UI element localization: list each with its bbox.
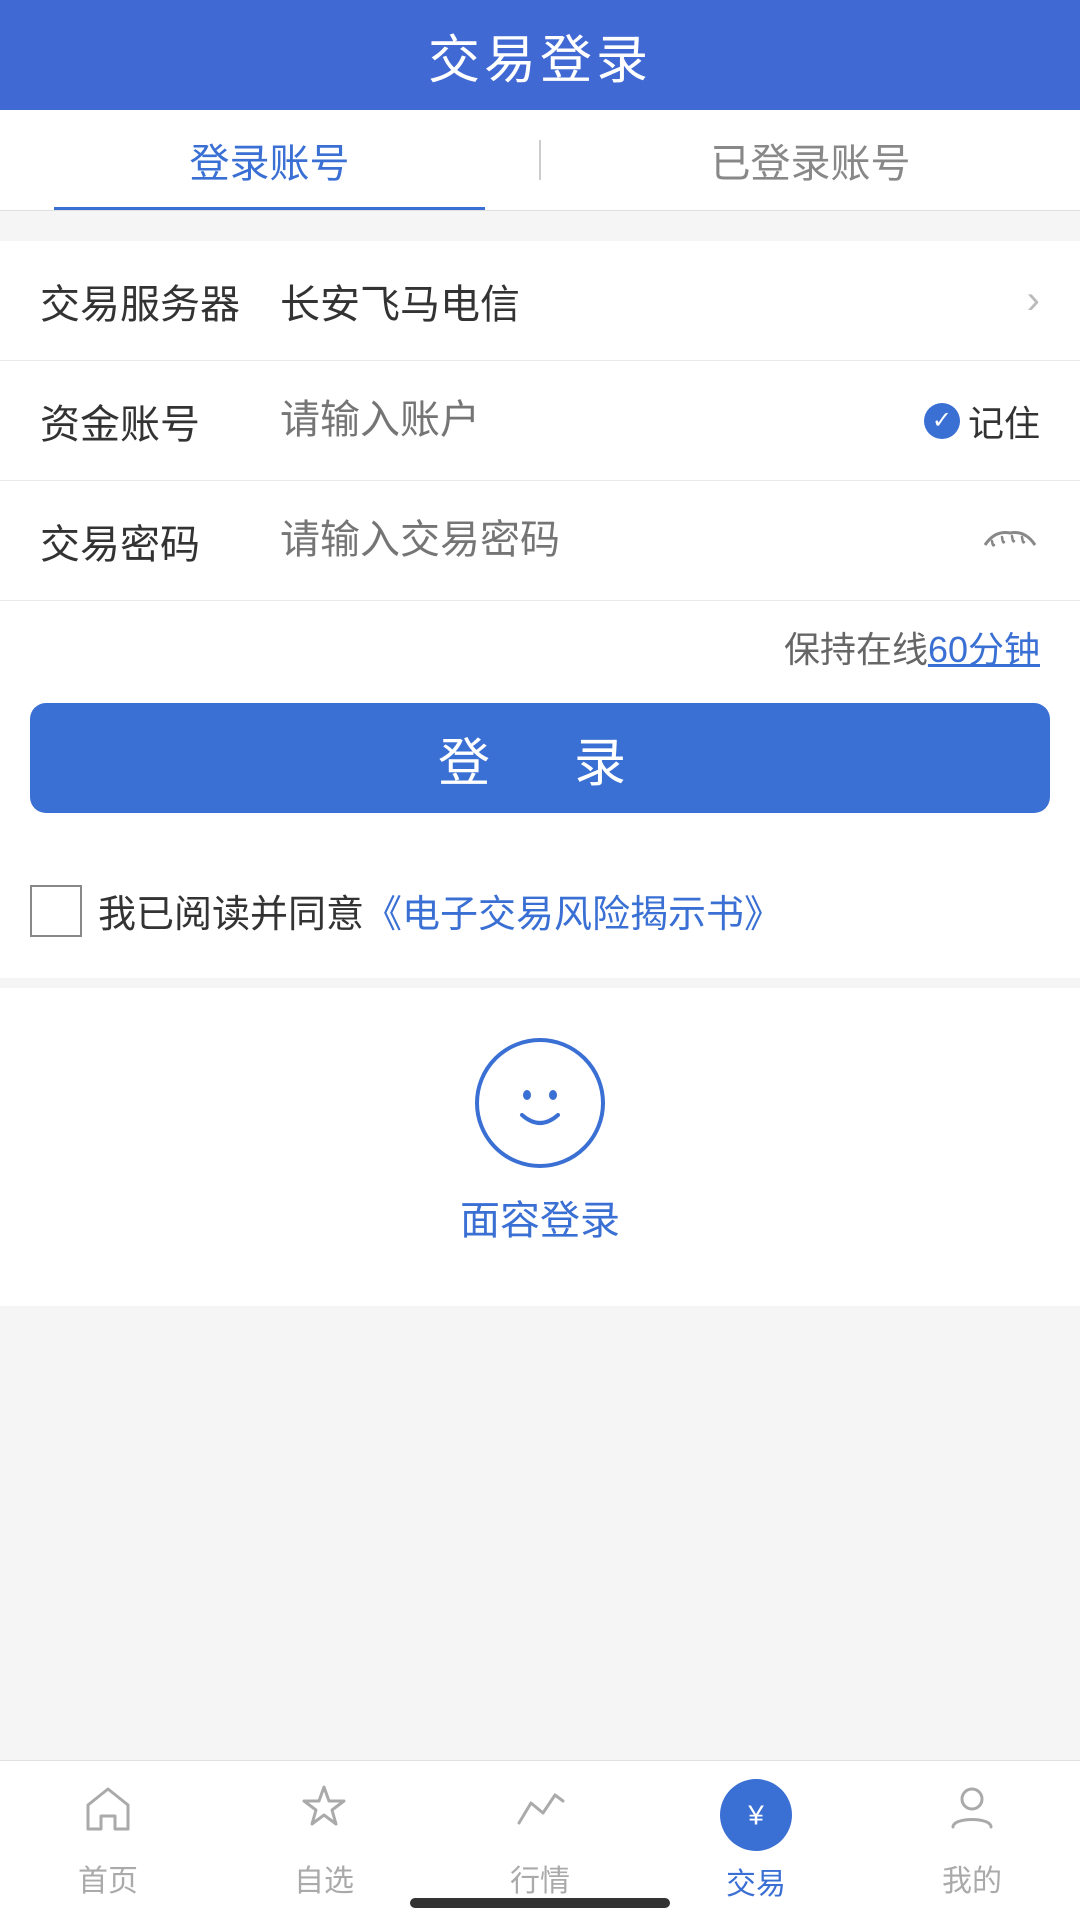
header: 交易登录	[0, 0, 1080, 110]
nav-label-home: 首页	[78, 1856, 138, 1900]
account-input[interactable]	[260, 398, 924, 443]
online-reminder: 保持在线60分钟	[0, 601, 1080, 703]
svg-text:¥: ¥	[747, 1799, 764, 1830]
server-row[interactable]: 交易服务器 长安飞马电信 ›	[0, 241, 1080, 361]
agreement-checkbox[interactable]	[30, 885, 82, 937]
password-toggle-icon[interactable]	[980, 516, 1040, 566]
server-label: 交易服务器	[40, 272, 260, 330]
bottom-navigation: 首页 自选 行情 ¥ 交易	[0, 1760, 1080, 1920]
password-row: 交易密码	[0, 481, 1080, 601]
nav-item-market[interactable]: 行情	[432, 1781, 648, 1900]
yen-icon: ¥	[720, 1779, 792, 1851]
chevron-right-icon: ›	[1027, 278, 1040, 323]
tab-navigation: 登录账号 已登录账号	[0, 110, 1080, 211]
nav-item-mine[interactable]: 我的	[864, 1781, 1080, 1900]
nav-item-favorites[interactable]: 自选	[216, 1781, 432, 1900]
password-label: 交易密码	[40, 512, 260, 570]
user-icon	[945, 1781, 999, 1848]
chart-icon	[513, 1781, 567, 1848]
face-login-icon	[475, 1038, 605, 1168]
agreement-area: 我已阅读并同意《电子交易风险揭示书》	[0, 853, 1080, 978]
remember-toggle[interactable]: ✓ 记住	[924, 395, 1040, 447]
nav-label-market: 行情	[510, 1856, 570, 1900]
face-login-label: 面容登录	[460, 1188, 620, 1246]
online-link[interactable]: 60分钟	[928, 621, 1040, 673]
bottom-indicator	[410, 1898, 670, 1908]
face-login-area[interactable]: 面容登录	[0, 988, 1080, 1306]
account-row: 资金账号 ✓ 记住	[0, 361, 1080, 481]
star-icon	[297, 1781, 351, 1848]
login-button[interactable]: 登 录	[30, 703, 1050, 813]
nav-item-trade[interactable]: ¥ 交易	[648, 1779, 864, 1903]
password-input[interactable]	[260, 518, 980, 563]
home-icon	[81, 1781, 135, 1848]
form-area: 交易服务器 长安飞马电信 › 资金账号 ✓ 记住 交易密码	[0, 241, 1080, 601]
agreement-link[interactable]: 《电子交易风险揭示书》	[364, 894, 782, 936]
nav-label-mine: 我的	[942, 1856, 1002, 1900]
login-button-area: 登 录	[0, 703, 1080, 853]
tab-login-account[interactable]: 登录账号	[0, 110, 539, 210]
nav-item-home[interactable]: 首页	[0, 1781, 216, 1900]
server-value: 长安飞马电信	[260, 272, 1027, 330]
remember-check-icon: ✓	[924, 403, 960, 439]
header-title: 交易登录	[428, 18, 652, 93]
remember-label: 记住	[968, 395, 1040, 447]
nav-label-trade: 交易	[726, 1859, 786, 1903]
account-label: 资金账号	[40, 392, 260, 450]
agreement-text: 我已阅读并同意《电子交易风险揭示书》	[98, 883, 782, 938]
nav-label-favorites: 自选	[294, 1856, 354, 1900]
tab-logged-accounts[interactable]: 已登录账号	[541, 110, 1080, 210]
online-text: 保持在线	[784, 621, 928, 673]
